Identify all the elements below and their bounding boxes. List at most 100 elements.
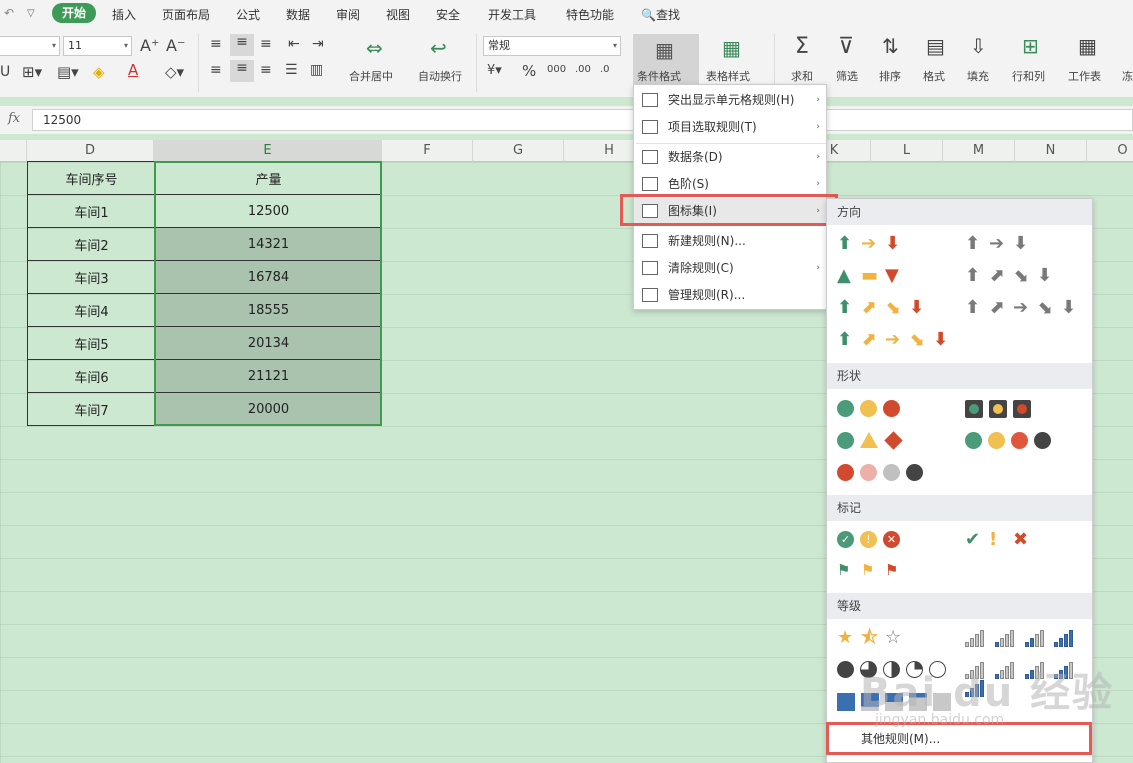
- column-header-d[interactable]: D: [27, 140, 154, 162]
- other-rules-menu-item[interactable]: 其他规则(M)...: [827, 724, 1092, 754]
- tab-home[interactable]: 开始: [52, 3, 96, 23]
- iconset-3-arrows-gray[interactable]: ⬆ ➔ ⬇: [965, 235, 1037, 257]
- table-style-button[interactable]: 表格样式: [706, 68, 750, 84]
- row-column-icon[interactable]: ⊞: [1022, 34, 1039, 58]
- tab-insert[interactable]: 插入: [112, 6, 136, 23]
- tab-view[interactable]: 视图: [386, 6, 410, 23]
- iconset-3-symbols-circled[interactable]: ✓! ✕: [837, 531, 906, 553]
- border-icon[interactable]: ⊞▾: [22, 63, 42, 81]
- menu-item-clear-rules[interactable]: 清除规则(C) ›: [634, 255, 826, 282]
- increase-decimal-icon[interactable]: .00: [575, 64, 591, 75]
- row-column-button[interactable]: 行和列: [1012, 68, 1045, 84]
- worksheet-icon[interactable]: ▦: [1078, 34, 1097, 58]
- workshop-cell[interactable]: 车间4: [27, 293, 156, 327]
- workshop-cell[interactable]: 车间6: [27, 359, 156, 393]
- align-left-icon[interactable]: ≡: [210, 62, 222, 78]
- output-cell[interactable]: 20134: [155, 326, 382, 360]
- iconset-4-traffic-lights[interactable]: [965, 432, 1057, 454]
- format-button[interactable]: 格式: [923, 68, 945, 84]
- tab-review[interactable]: 审阅: [336, 6, 360, 23]
- iconset-4-ratings[interactable]: [965, 629, 1080, 651]
- output-cell[interactable]: 16784: [155, 260, 382, 294]
- indent-decrease-icon[interactable]: ⇤: [288, 36, 300, 52]
- column-header-o[interactable]: O: [1087, 140, 1133, 162]
- number-format-select[interactable]: 常规 ▾: [483, 36, 621, 56]
- output-cell[interactable]: 20000: [155, 392, 382, 426]
- iconset-5-arrows-gray[interactable]: ⬆ ⬈ ➔ ⬊ ⬇: [965, 299, 1085, 321]
- align-middle-icon[interactable]: ≡: [230, 34, 254, 56]
- menu-item-color-scales[interactable]: 色阶(S) ›: [634, 171, 826, 198]
- font-family-select[interactable]: ▾: [0, 36, 60, 56]
- align-right-icon[interactable]: ≡: [260, 62, 272, 78]
- menu-item-data-bars[interactable]: 数据条(D) ›: [634, 144, 826, 171]
- column-header-n[interactable]: N: [1015, 140, 1087, 162]
- filter-button[interactable]: 筛选: [836, 68, 858, 84]
- merge-center-button[interactable]: 合并居中: [349, 68, 393, 84]
- filter-icon[interactable]: ⊽: [838, 34, 854, 59]
- table-style-icon[interactable]: ▦: [722, 36, 741, 60]
- output-cell-active[interactable]: 12500: [155, 194, 382, 228]
- sum-button[interactable]: 求和: [791, 68, 813, 84]
- search-button[interactable]: 🔍查找: [641, 6, 680, 23]
- tab-data[interactable]: 数据: [286, 6, 310, 23]
- workshop-cell[interactable]: 车间1: [27, 194, 156, 228]
- font-size-select[interactable]: 11 ▾: [63, 36, 132, 56]
- percent-icon[interactable]: %: [522, 62, 536, 80]
- iconset-5-arrows-colored[interactable]: ⬆ ⬈ ➔ ⬊ ⬇: [837, 331, 957, 353]
- column-header-e[interactable]: E: [154, 140, 382, 162]
- conditional-format-button[interactable]: ▦ 条件格式: [633, 34, 699, 90]
- freeze-button[interactable]: 冻: [1122, 68, 1133, 84]
- header-cell-workshop[interactable]: 车间序号: [27, 161, 156, 195]
- column-header-m[interactable]: M: [943, 140, 1015, 162]
- iconset-3-stars[interactable]: ★ ⯪ ☆: [837, 629, 909, 651]
- workshop-cell[interactable]: 车间7: [27, 392, 156, 426]
- header-cell-output[interactable]: 产量: [155, 161, 382, 195]
- fx-icon[interactable]: fx: [8, 111, 20, 126]
- iconset-3-symbols[interactable]: ✔! ✖: [965, 531, 1037, 553]
- quick-access-dropdown-icon[interactable]: ▽: [27, 8, 35, 19]
- font-grow-icon[interactable]: A⁺: [140, 36, 159, 55]
- cell-style-icon[interactable]: ▤▾: [57, 63, 79, 81]
- output-cell[interactable]: 21121: [155, 359, 382, 393]
- column-header-partial[interactable]: [0, 140, 27, 162]
- worksheet-button[interactable]: 工作表: [1068, 68, 1101, 84]
- underline-icon[interactable]: U: [0, 64, 10, 80]
- clear-icon[interactable]: ◇▾: [165, 63, 184, 81]
- thousands-icon[interactable]: 000: [547, 64, 566, 75]
- iconset-4-arrows-gray[interactable]: ⬆ ⬈ ⬊ ⬇: [965, 267, 1061, 289]
- iconset-3-traffic-lights-rimmed[interactable]: [965, 400, 1037, 422]
- iconset-3-signs[interactable]: [837, 431, 905, 454]
- output-cell[interactable]: 18555: [155, 293, 382, 327]
- undo-icon[interactable]: ↶: [4, 6, 14, 20]
- align-bottom-icon[interactable]: ≡: [260, 36, 272, 52]
- wrap-text-button[interactable]: 自动换行: [418, 68, 462, 84]
- font-color-icon[interactable]: A: [128, 61, 138, 79]
- currency-icon[interactable]: ¥▾: [487, 63, 502, 78]
- distribute-icon[interactable]: ▥: [310, 62, 323, 78]
- workshop-cell[interactable]: 车间2: [27, 227, 156, 261]
- iconset-3-triangles[interactable]: ▲ ▬ ▼: [837, 267, 909, 289]
- sort-icon[interactable]: ⇅: [882, 34, 899, 58]
- tab-special[interactable]: 特色功能: [566, 6, 614, 23]
- wrap-text-icon[interactable]: ↩: [430, 36, 447, 60]
- workshop-cell[interactable]: 车间3: [27, 260, 156, 294]
- tab-page-layout[interactable]: 页面布局: [162, 6, 210, 23]
- tab-formulas[interactable]: 公式: [236, 6, 260, 23]
- menu-item-highlight-rules[interactable]: 突出显示单元格规则(H) ›: [634, 87, 826, 114]
- align-top-icon[interactable]: ≡: [210, 36, 222, 52]
- output-cell[interactable]: 14321: [155, 227, 382, 261]
- iconset-3-traffic-lights[interactable]: [837, 400, 906, 422]
- iconset-3-flags[interactable]: ⚑ ⚑ ⚑: [837, 561, 909, 583]
- sort-button[interactable]: 排序: [879, 68, 901, 84]
- menu-item-top-bottom-rules[interactable]: 项目选取规则(T) ›: [634, 114, 826, 141]
- fill-icon[interactable]: ⇩: [970, 34, 987, 58]
- decrease-decimal-icon[interactable]: .0: [600, 64, 610, 75]
- column-header-g[interactable]: G: [473, 140, 564, 162]
- tab-developer[interactable]: 开发工具: [488, 6, 536, 23]
- menu-item-icon-sets[interactable]: 图标集(I) ›: [634, 198, 826, 225]
- iconset-red-to-black[interactable]: [837, 464, 929, 486]
- merge-center-icon[interactable]: ⇔: [366, 36, 383, 60]
- fill-color-icon[interactable]: ◈: [93, 63, 105, 81]
- workshop-cell[interactable]: 车间5: [27, 326, 156, 360]
- tab-security[interactable]: 安全: [436, 6, 460, 23]
